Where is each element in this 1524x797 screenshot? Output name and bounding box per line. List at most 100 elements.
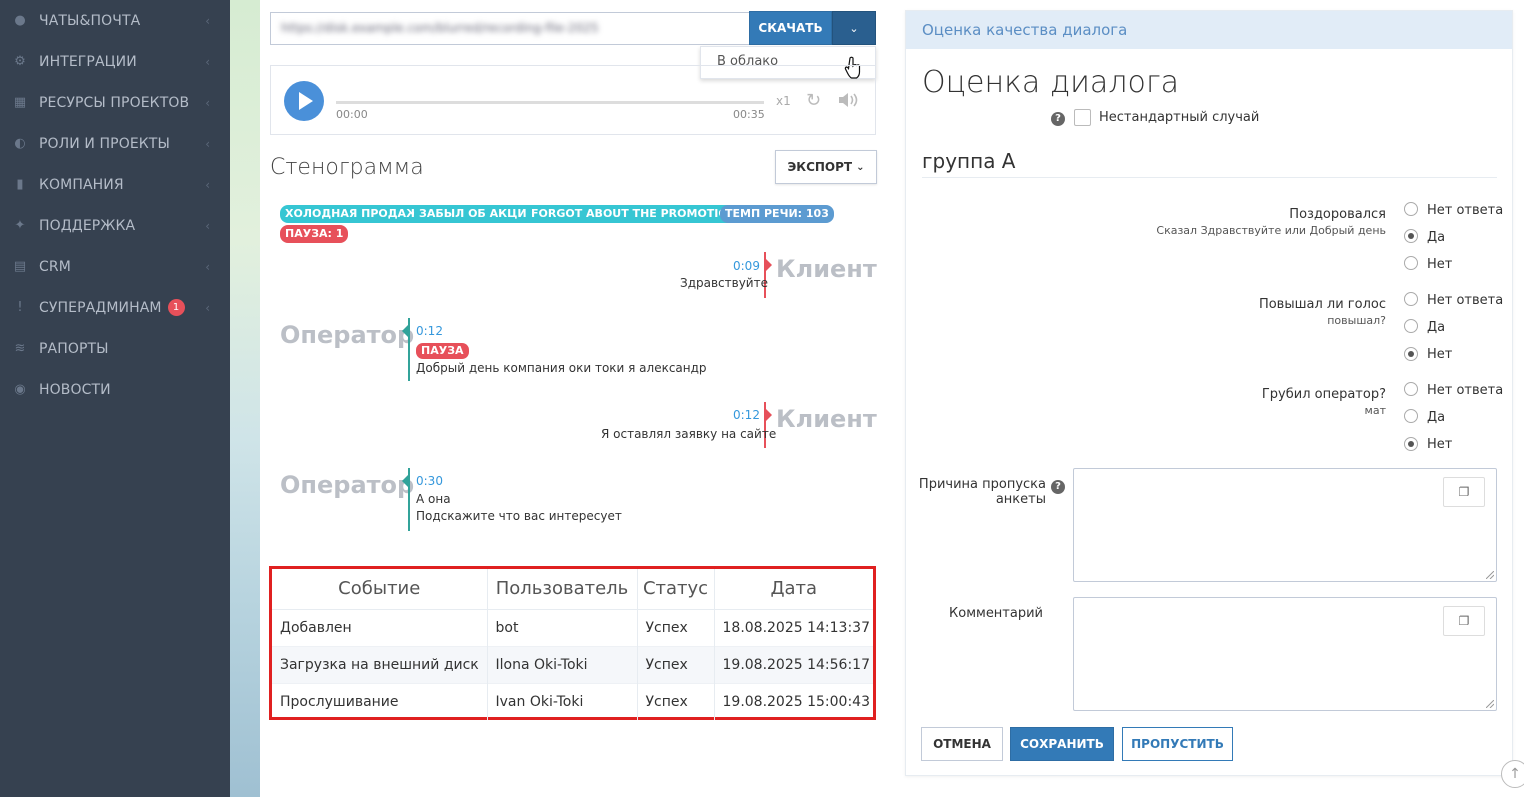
table-cell: Добавлен bbox=[272, 608, 488, 646]
message-time[interactable]: 0:12 bbox=[733, 408, 760, 422]
cancel-button[interactable]: ОТМЕНА bbox=[921, 727, 1003, 761]
chevron-left-icon: ‹ bbox=[205, 300, 210, 315]
table-cell: Загрузка на внешний диск bbox=[272, 645, 488, 683]
radio-no-answer[interactable] bbox=[1404, 202, 1418, 216]
sidebar-item-label: ПОДДЕРЖКА bbox=[39, 217, 136, 234]
client-marker bbox=[766, 409, 772, 421]
volume-icon[interactable] bbox=[837, 91, 859, 109]
resize-grip-icon[interactable] bbox=[1486, 571, 1494, 579]
radio-label: Нет bbox=[1427, 347, 1453, 362]
background-strip bbox=[230, 0, 260, 797]
help-icon[interactable]: ? bbox=[1051, 480, 1065, 494]
question-label: Грубил оператор? bbox=[1261, 387, 1386, 402]
sidebar-item-label: КОМПАНИЯ bbox=[39, 176, 124, 193]
table-row: Добавлен bot Успех 18.08.2025 14:13:37 bbox=[272, 608, 873, 646]
sidebar-item-company[interactable]: ▮ КОМПАНИЯ ‹ bbox=[0, 164, 230, 205]
evaluation-panel: Оценка качества диалога Оценка диалога ?… bbox=[905, 10, 1513, 776]
sidebar-item-crm[interactable]: ▤ CRM ‹ bbox=[0, 246, 230, 287]
sidebar-item-integrations[interactable]: ⚙ ИНТЕГРАЦИИ ‹ bbox=[0, 41, 230, 82]
operator-bar bbox=[408, 468, 410, 531]
table-cell: Успех bbox=[637, 645, 715, 683]
progress-track[interactable] bbox=[336, 101, 764, 104]
help-icon[interactable]: ? bbox=[1051, 112, 1065, 126]
list-icon: ▤ bbox=[13, 259, 27, 274]
radio-no-answer[interactable] bbox=[1404, 292, 1418, 306]
message-text: Подскажите что вас интересует bbox=[416, 509, 622, 523]
question-hint: Сказал Здравствуйте или Добрый день bbox=[1156, 224, 1386, 237]
chevron-left-icon: ‹ bbox=[205, 54, 210, 69]
question-label: Повышал ли голос bbox=[1258, 297, 1386, 312]
radio-yes[interactable] bbox=[1404, 229, 1418, 243]
bell-icon: ◉ bbox=[14, 382, 26, 397]
sidebar-item-reports[interactable]: ≋ РАПОРТЫ bbox=[0, 328, 230, 369]
radio-yes[interactable] bbox=[1404, 319, 1418, 333]
comment-textarea[interactable]: ❐ bbox=[1073, 597, 1497, 711]
chevron-left-icon: ‹ bbox=[205, 95, 210, 110]
radio-no[interactable] bbox=[1404, 437, 1418, 451]
nonstandard-checkbox[interactable] bbox=[1074, 109, 1091, 126]
radio-yes[interactable] bbox=[1404, 409, 1418, 423]
download-dropdown-toggle[interactable]: ⌄ bbox=[832, 11, 876, 45]
save-button[interactable]: СОХРАНИТЬ bbox=[1010, 727, 1114, 761]
sidebar-item-support[interactable]: ✦ ПОДДЕРЖКА ‹ bbox=[0, 205, 230, 246]
message-text: Я оставлял заявку на сайте bbox=[601, 427, 777, 441]
chevron-left-icon: ‹ bbox=[205, 136, 210, 151]
radio-label: Да bbox=[1427, 320, 1446, 335]
radio-no-answer[interactable] bbox=[1404, 382, 1418, 396]
sidebar: ● ЧАТЫ&ПОЧТА ‹ ⚙ ИНТЕГРАЦИИ ‹ ▦ РЕСУРСЫ … bbox=[0, 0, 230, 797]
export-button[interactable]: ЭКСПОРТ ⌄ bbox=[775, 150, 877, 184]
speaker-label-client: Клиент bbox=[776, 255, 877, 283]
evaluation-title: Оценка диалога bbox=[922, 65, 1179, 100]
sidebar-item-news[interactable]: ◉ НОВОСТИ bbox=[0, 369, 230, 410]
tag-forgot-promo: ЗАБЫЛ ОБ АКЦИИ bbox=[414, 205, 541, 223]
table-cell: 19.08.2025 15:00:43 bbox=[714, 682, 873, 720]
chevron-down-icon: ⌄ bbox=[856, 161, 865, 173]
transcript-title: Стенограмма bbox=[270, 155, 424, 180]
radio-no[interactable] bbox=[1404, 347, 1418, 361]
sidebar-item-roles[interactable]: ◐ РОЛИ И ПРОЕКТЫ ‹ bbox=[0, 123, 230, 164]
message-time[interactable]: 0:09 bbox=[733, 259, 760, 273]
message-time[interactable]: 0:12 bbox=[416, 324, 443, 338]
copy-icon[interactable]: ❐ bbox=[1443, 606, 1485, 636]
message-time[interactable]: 0:30 bbox=[416, 474, 443, 488]
operator-marker bbox=[402, 475, 408, 487]
repeat-icon[interactable]: ↻ bbox=[806, 90, 821, 111]
chevron-down-icon: ⌄ bbox=[849, 21, 859, 35]
grid-icon: ▦ bbox=[13, 95, 27, 110]
table-cell: Прослушивание bbox=[272, 682, 488, 720]
sidebar-item-label: НОВОСТИ bbox=[39, 381, 111, 398]
notification-badge: 1 bbox=[167, 299, 185, 316]
sidebar-item-label: РАПОРТЫ bbox=[39, 340, 109, 357]
comment-label: Комментарий bbox=[949, 606, 1043, 621]
table-cell: Ilona Oki-Toki bbox=[487, 645, 638, 683]
speed-button[interactable]: x1 bbox=[776, 94, 791, 108]
copy-icon[interactable]: ❐ bbox=[1443, 477, 1485, 507]
scroll-to-top-button[interactable]: ↑ bbox=[1501, 760, 1524, 788]
table-cell: bot bbox=[487, 608, 638, 646]
play-button[interactable] bbox=[284, 81, 324, 121]
total-time: 00:35 bbox=[733, 108, 765, 121]
skip-button[interactable]: ПРОПУСТИТЬ bbox=[1122, 727, 1233, 761]
skip-reason-textarea[interactable]: ❐ bbox=[1073, 468, 1497, 582]
nonstandard-label: Нестандартный случай bbox=[1099, 110, 1260, 125]
radio-no[interactable] bbox=[1404, 256, 1418, 270]
tag-pause-count: ПАУЗА: 1 bbox=[280, 225, 349, 243]
group-title: группа А bbox=[922, 149, 1016, 173]
speaker-label-client: Клиент bbox=[776, 405, 877, 433]
message-text: Добрый день компания оки токи я александ… bbox=[416, 361, 707, 375]
table-cell: Ivan Oki-Toki bbox=[487, 682, 638, 720]
speaker-label-operator: Оператор bbox=[280, 321, 415, 349]
audio-player: 00:00 00:35 x1 ↻ bbox=[270, 65, 876, 135]
sidebar-item-superadmins[interactable]: ! СУПЕРАДМИНАМ 1 ‹ bbox=[0, 287, 230, 328]
file-url-input[interactable]: https://disk.example.com/blurred/recordi… bbox=[270, 12, 750, 45]
download-button[interactable]: СКАЧАТЬ bbox=[749, 11, 832, 45]
radio-label: Да bbox=[1427, 410, 1446, 425]
table-cell: 19.08.2025 14:56:17 bbox=[714, 645, 873, 683]
sidebar-item-resources[interactable]: ▦ РЕСУРСЫ ПРОЕКТОВ ‹ bbox=[0, 82, 230, 123]
tag-cold-sale: ХОЛОДНАЯ ПРОДАЖА bbox=[280, 205, 434, 223]
table-cell: 18.08.2025 14:13:37 bbox=[714, 608, 873, 646]
sidebar-item-chats[interactable]: ● ЧАТЫ&ПОЧТА ‹ bbox=[0, 0, 230, 41]
table-cell: Успех bbox=[637, 608, 715, 646]
table-cell: Успех bbox=[637, 682, 715, 720]
resize-grip-icon[interactable] bbox=[1486, 700, 1494, 708]
